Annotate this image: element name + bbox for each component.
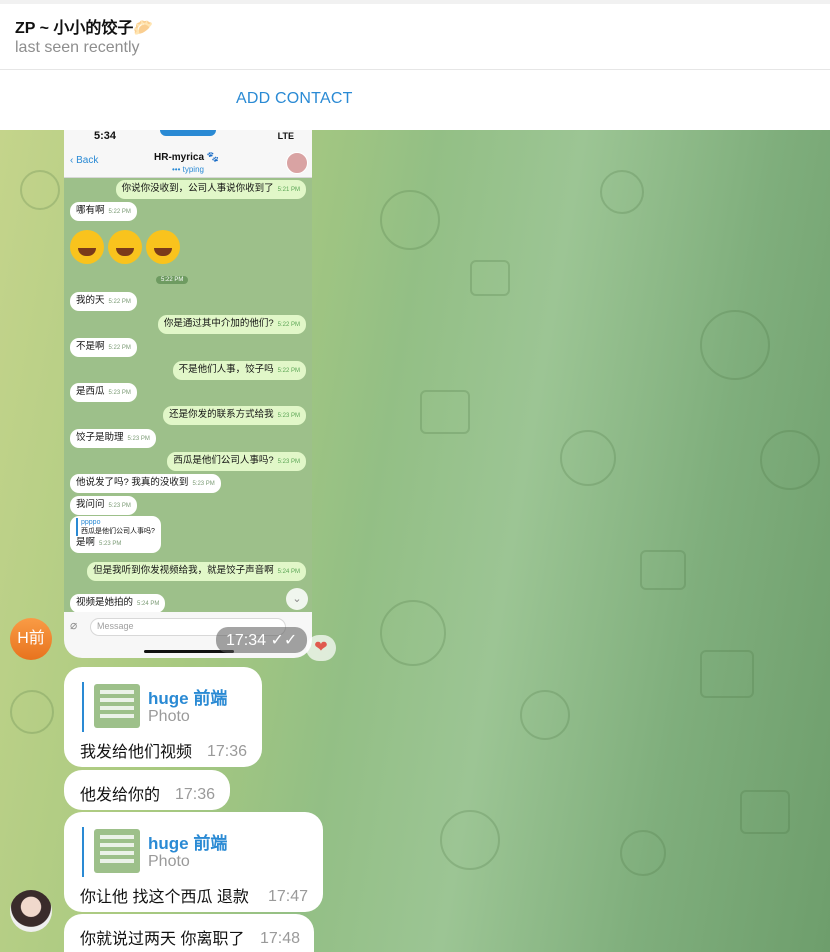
- phone-time: 5:34: [94, 130, 117, 142]
- contact-name-text: ZP ~ 小小的饺子: [15, 20, 134, 37]
- doodle-pattern: [10, 690, 54, 734]
- phone-message: 哪有啊 5:22 PM: [70, 202, 137, 221]
- emoji-time: 5:22 PM: [156, 276, 189, 284]
- phone-typing-status: ••• typing: [172, 165, 204, 174]
- phone-message: 他说发了吗? 我真的没收到 5:23 PM: [70, 474, 221, 493]
- phone-message: 不是啊 5:22 PM: [70, 338, 137, 357]
- photo-message[interactable]: 5:34 LTE ‹ Back HR-myrica 🐾 ••• typing 你…: [64, 130, 312, 658]
- add-contact-bar: [0, 70, 830, 130]
- doodle-pattern: [600, 170, 644, 214]
- phone-message: 但是我听到你发视频给我，就是饺子声音啊 5:24 PM: [87, 562, 306, 581]
- message-time: 17:47: [268, 888, 309, 905]
- photo-thumbnail: [94, 829, 140, 873]
- message-time: 17:48: [260, 930, 301, 947]
- message-text: 你就说过两天 你离职了: [80, 931, 245, 948]
- message-bubble[interactable]: 你就说过两天 你离职了 17:48: [64, 914, 314, 952]
- doodle-pattern: [470, 260, 510, 296]
- phone-message: 我的天 5:22 PM: [70, 292, 137, 311]
- doodle-pattern: [440, 810, 500, 870]
- doodle-pattern: [520, 690, 570, 740]
- message-bubble[interactable]: 他发给你的 17:36: [64, 770, 230, 810]
- laughing-emoji-icon: [70, 230, 104, 264]
- phone-scroll-down-icon: ⌄: [286, 588, 308, 610]
- doodle-pattern: [560, 430, 616, 486]
- phone-avatar: [286, 152, 308, 174]
- paperclip-icon: ⌀: [70, 618, 78, 632]
- phone-message: 我问问 5:23 PM: [70, 496, 137, 515]
- message-text: 他发给你的: [80, 787, 161, 804]
- avatar-contact[interactable]: [10, 890, 52, 932]
- reply-type: Photo: [148, 708, 190, 725]
- reply-sender: huge 前端: [148, 834, 228, 853]
- doodle-pattern: [380, 190, 440, 250]
- doodle-pattern: [740, 790, 790, 834]
- laughing-emoji-icon: [146, 230, 180, 264]
- phone-message: 不是他们人事，饺子吗 5:22 PM: [172, 361, 306, 380]
- message-text: 我发给他们视频: [80, 744, 193, 761]
- reply-quote[interactable]: huge 前端 Photo: [82, 827, 227, 877]
- doodle-pattern: [700, 650, 754, 698]
- phone-back-label: ‹ Back: [70, 155, 99, 166]
- reply-type: Photo: [148, 853, 190, 870]
- contact-status: last seen recently: [15, 39, 140, 56]
- laughing-emoji-icon: [108, 230, 142, 264]
- dumpling-emoji: 🥟: [133, 18, 154, 37]
- doodle-pattern: [640, 550, 686, 590]
- phone-message: 还是你发的联系方式给我 5:23 PM: [163, 406, 306, 425]
- signal-indicator: LTE: [277, 131, 294, 141]
- message-time: 17:36: [175, 786, 216, 803]
- avatar-h[interactable]: H前: [10, 618, 52, 660]
- contact-name[interactable]: ZP ~ 小小的饺子🥟: [15, 14, 153, 38]
- phone-message: 饺子是助理 5:23 PM: [70, 429, 156, 448]
- message-text: 你让他 找这个西瓜 退款: [80, 889, 249, 906]
- reply-quote[interactable]: huge 前端 Photo: [82, 682, 227, 732]
- phone-reply-message: ppppo 西瓜是他们公司人事吗? 是啊 5:23 PM: [70, 516, 161, 553]
- phone-message: 西瓜是他们公司人事吗? 5:23 PM: [167, 452, 306, 471]
- reply-sender: huge 前端: [148, 689, 228, 708]
- heart-reaction-icon[interactable]: ❤: [306, 635, 336, 661]
- phone-message: 你说你没收到，公司人事说你收到了 5:21 PM: [115, 180, 306, 199]
- message-time: 17:36: [207, 743, 248, 760]
- phone-chat-nav: ‹ Back HR-myrica 🐾 ••• typing: [64, 150, 312, 178]
- message-bubble[interactable]: huge 前端 Photo 你让他 找这个西瓜 退款 17:47: [64, 812, 323, 912]
- add-contact-button[interactable]: ADD CONTACT: [236, 90, 353, 108]
- phone-status-bar: 5:34 LTE: [64, 130, 312, 150]
- phone-message: 你是通过其中介加的他们? 5:22 PM: [157, 315, 306, 334]
- doodle-pattern: [380, 600, 446, 666]
- telegram-pill: [160, 130, 216, 136]
- photo-message-time: 17:34 ✓✓: [216, 627, 308, 653]
- message-bubble[interactable]: huge 前端 Photo 我发给他们视频 17:36: [64, 667, 262, 767]
- chat-header[interactable]: ZP ~ 小小的饺子🥟 last seen recently: [0, 0, 830, 70]
- phone-message: 是西瓜 5:23 PM: [70, 383, 137, 402]
- phone-chat-title: HR-myrica 🐾: [154, 152, 220, 163]
- doodle-pattern: [700, 310, 770, 380]
- doodle-pattern: [420, 390, 470, 434]
- doodle-pattern: [620, 830, 666, 876]
- header-top-edge: [0, 0, 830, 4]
- doodle-pattern: [20, 170, 60, 210]
- phone-message: 视频是她拍的 5:24 PM: [70, 594, 166, 613]
- doodle-pattern: [760, 430, 820, 490]
- phone-reply-quote: ppppo 西瓜是他们公司人事吗?: [76, 518, 155, 536]
- laughing-emojis: [70, 230, 184, 271]
- photo-thumbnail: [94, 684, 140, 728]
